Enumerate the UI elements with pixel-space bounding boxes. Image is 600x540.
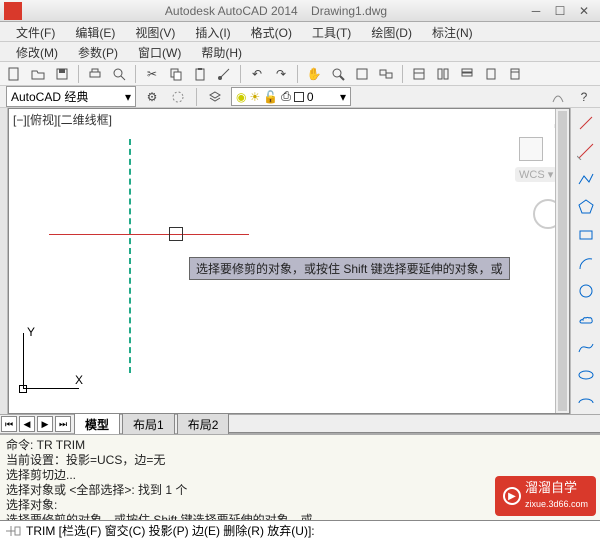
sheet-icon[interactable]: [481, 64, 501, 84]
menu-param[interactable]: 参数(P): [68, 42, 128, 61]
ellipse-icon[interactable]: [575, 364, 597, 386]
props-icon[interactable]: [409, 64, 429, 84]
cmd-cursor-icon: [4, 524, 22, 538]
undo-icon[interactable]: ↶: [247, 64, 267, 84]
cursor-tooltip: 选择要修剪的对象，或按住 Shift 键选择要延伸的对象，或: [189, 257, 510, 280]
chevron-down-icon: ▾: [125, 90, 131, 104]
ellipse-arc-icon[interactable]: [575, 392, 597, 414]
command-history: 命令: TR TRIM 当前设置：投影=UCS，边=无 选择剪切边... 选择对…: [0, 434, 600, 520]
standard-toolbar: ✂ ↶ ↷ ✋: [0, 62, 600, 86]
redo-icon[interactable]: ↷: [271, 64, 291, 84]
workspace-bar: AutoCAD 经典 ▾ ⚙ ◉ ☀ 🔓 ⎙ 0 ▾ ?: [0, 86, 600, 108]
bulb-icon: ◉: [236, 90, 246, 104]
print-layer-icon: ⎙: [281, 89, 291, 104]
maximize-button[interactable]: ☐: [548, 2, 572, 20]
polygon-icon[interactable]: [575, 196, 597, 218]
layer-mgr-icon[interactable]: [205, 87, 225, 107]
ucs-icon: Y X: [17, 325, 87, 395]
ucs-y-label: Y: [27, 325, 35, 339]
tab-last-icon[interactable]: ⏭: [55, 416, 71, 432]
menu-tools[interactable]: 工具(T): [302, 22, 361, 41]
ws-settings-icon[interactable]: [168, 87, 188, 107]
layer-name: 0: [307, 90, 314, 104]
match-icon[interactable]: [214, 64, 234, 84]
command-line[interactable]: TRIM [栏选(F) 窗交(C) 投影(P) 边(E) 删除(R) 放弃(U)…: [0, 520, 600, 540]
arc-icon[interactable]: [575, 252, 597, 274]
open-icon[interactable]: [28, 64, 48, 84]
cut-icon[interactable]: ✂: [142, 64, 162, 84]
watermark-logo: ▶ 溜溜自学zixue.3d66.com: [495, 476, 596, 516]
revcloud-icon[interactable]: [575, 308, 597, 330]
wcs-label[interactable]: WCS ▾: [515, 167, 557, 182]
app-badge[interactable]: [4, 2, 22, 20]
print-icon[interactable]: [85, 64, 105, 84]
spline-icon[interactable]: [575, 336, 597, 358]
circle-icon[interactable]: [575, 280, 597, 302]
menu-insert[interactable]: 插入(I): [185, 22, 240, 41]
menu-file[interactable]: 文件(F): [6, 22, 65, 41]
drawn-vline: [129, 139, 131, 373]
workspace-label: AutoCAD 经典: [11, 88, 88, 105]
lock-icon: 🔓: [263, 90, 278, 104]
layer-dropdown[interactable]: ◉ ☀ 🔓 ⎙ 0 ▾: [231, 87, 351, 106]
rectangle-icon[interactable]: [575, 224, 597, 246]
sun-icon: ☀: [249, 90, 260, 104]
layout-tab-bar: ⏮ ◀ ▶ ⏭ 模型 布局1 布局2: [0, 414, 600, 434]
toolpal-icon[interactable]: [457, 64, 477, 84]
save-icon[interactable]: [52, 64, 72, 84]
tab-first-icon[interactable]: ⏮: [1, 416, 17, 432]
construction-line-icon[interactable]: [575, 140, 597, 162]
preview-icon[interactable]: [109, 64, 129, 84]
viewport-label[interactable]: [−][俯视][二维线框]: [13, 111, 112, 128]
ucs-x-label: X: [75, 373, 83, 387]
ws-gear-icon[interactable]: ⚙: [142, 87, 162, 107]
dcenter-icon[interactable]: [433, 64, 453, 84]
pan-icon[interactable]: ✋: [304, 64, 324, 84]
tab-layout2[interactable]: 布局2: [177, 413, 230, 435]
menu-format[interactable]: 格式(O): [241, 22, 302, 41]
new-icon[interactable]: [4, 64, 24, 84]
zoom-icon[interactable]: [328, 64, 348, 84]
drawing-canvas[interactable]: [−][俯视][二维线框] 选择要修剪的对象，或按住 Shift 键选择要延伸的…: [8, 108, 570, 414]
line-icon[interactable]: [575, 112, 597, 134]
menu-view[interactable]: 视图(V): [125, 22, 185, 41]
layer-color-swatch: [294, 92, 304, 102]
command-line-text: TRIM [栏选(F) 窗交(C) 投影(P) 边(E) 删除(R) 放弃(U)…: [26, 522, 315, 539]
chevron-down-icon: ▾: [340, 90, 346, 104]
paste-icon[interactable]: [190, 64, 210, 84]
menu-help[interactable]: 帮助(H): [191, 42, 252, 61]
tab-next-icon[interactable]: ▶: [37, 416, 53, 432]
tab-prev-icon[interactable]: ◀: [19, 416, 35, 432]
polyline-icon[interactable]: [575, 168, 597, 190]
vertical-scrollbar[interactable]: [555, 109, 569, 413]
menu-window[interactable]: 窗口(W): [128, 42, 191, 61]
viewcube-face[interactable]: [519, 137, 543, 161]
home-icon[interactable]: ⌂: [501, 117, 561, 131]
pickbox-cursor: [169, 227, 183, 241]
close-button[interactable]: ✕: [572, 2, 596, 20]
menu-dim[interactable]: 标注(N): [422, 22, 483, 41]
tab-model[interactable]: 模型: [74, 413, 120, 435]
tab-layout1[interactable]: 布局1: [122, 413, 175, 435]
style-icon[interactable]: [548, 87, 568, 107]
workspace-dropdown[interactable]: AutoCAD 经典 ▾: [6, 86, 136, 107]
menu-edit[interactable]: 编辑(E): [65, 22, 125, 41]
play-icon: ▶: [503, 487, 521, 505]
drawn-hline: [49, 234, 249, 235]
viewcube[interactable]: ⌂ WCS ▾: [501, 117, 561, 187]
minimize-button[interactable]: ─: [524, 2, 548, 20]
menu-bar-1: 文件(F) 编辑(E) 视图(V) 插入(I) 格式(O) 工具(T) 绘图(D…: [0, 22, 600, 42]
left-dock-strip[interactable]: [0, 108, 8, 414]
draw-palette: [570, 108, 600, 414]
copy-icon[interactable]: [166, 64, 186, 84]
zoom-ext-icon[interactable]: [352, 64, 372, 84]
menu-bar-2: 修改(M) 参数(P) 窗口(W) 帮助(H): [0, 42, 600, 62]
zoom-win-icon[interactable]: [376, 64, 396, 84]
menu-draw[interactable]: 绘图(D): [361, 22, 422, 41]
window-title: Autodesk AutoCAD 2014 Drawing1.dwg: [28, 4, 524, 18]
calc-icon[interactable]: [505, 64, 525, 84]
help-icon[interactable]: ?: [574, 87, 594, 107]
menu-modify[interactable]: 修改(M): [6, 42, 68, 61]
